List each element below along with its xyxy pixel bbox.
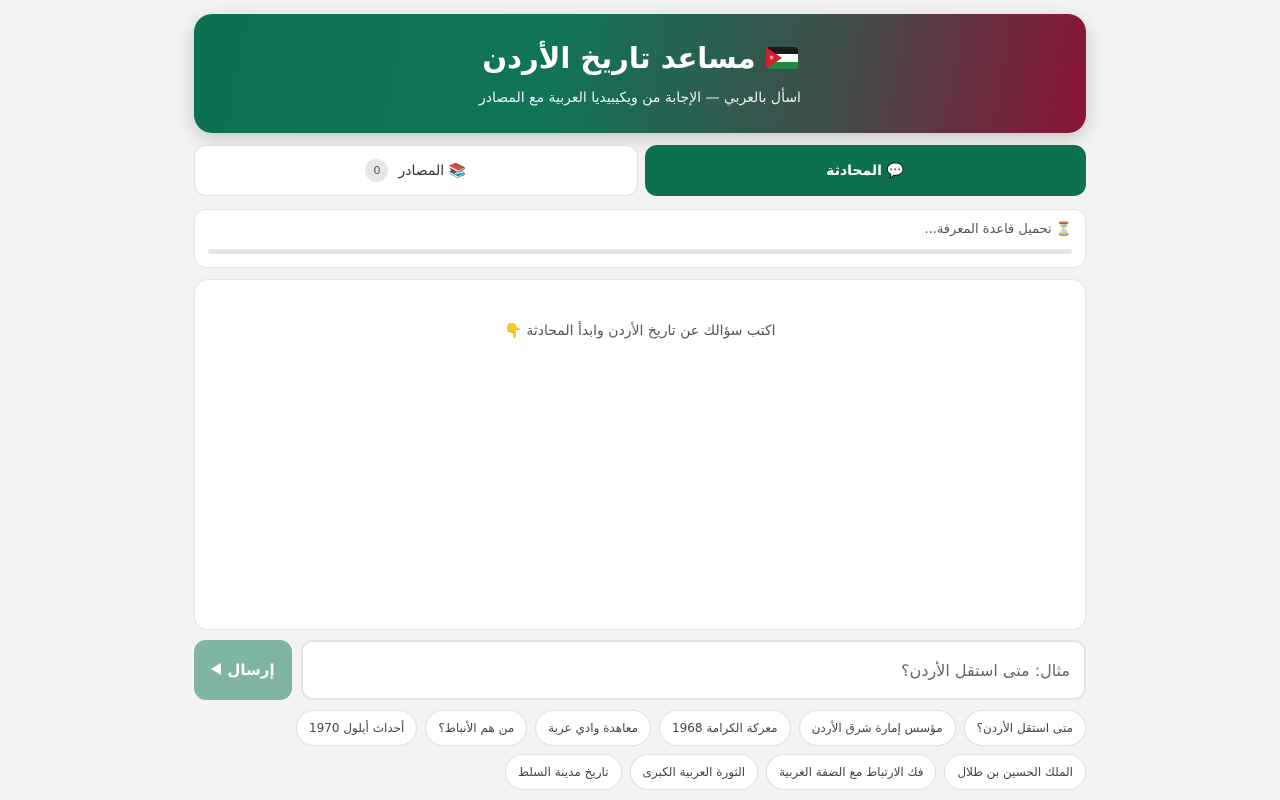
suggestion-chip[interactable]: أحداث أيلول 1970	[295, 710, 418, 746]
tab-sources[interactable]: 📚 المصادر 0	[194, 145, 638, 196]
suggestion-chip[interactable]: متى استقل الأردن؟	[963, 710, 1086, 746]
page-title: مساعد تاريخ الأردن	[482, 41, 756, 75]
composer: إرسال	[194, 640, 1086, 700]
suggestion-chip[interactable]: مؤسس إمارة شرق الأردن	[798, 710, 956, 746]
suggestion-chip[interactable]: معركة الكرامة 1968	[659, 710, 791, 746]
tab-sources-label: 📚 المصادر	[398, 162, 467, 179]
title-row: ✶ مساعد تاريخ الأردن	[194, 40, 1086, 76]
suggestion-chip[interactable]: فك الارتباط مع الضفة الغربية	[766, 754, 937, 790]
suggestion-chips: متى استقل الأردن؟ مؤسس إمارة شرق الأردن مع…	[194, 710, 1086, 790]
question-input[interactable]	[301, 640, 1086, 700]
page-subtitle: اسأل بالعربي — الإجابة من ويكيبيديا العر…	[479, 90, 801, 106]
suggestion-chip[interactable]: معاهدة وادي عربة	[535, 710, 651, 746]
jordan-flag-icon: ✶	[765, 47, 798, 69]
play-arrow-icon	[211, 661, 222, 679]
knowledge-loading-panel: ⏳ تحميل قاعدة المعرفة...	[194, 209, 1086, 268]
tab-bar: 💬 المحادثة 📚 المصادر 0	[194, 145, 1086, 196]
loading-status-text: ⏳ تحميل قاعدة المعرفة...	[924, 222, 1072, 237]
suggestion-chip[interactable]: الملك الحسين بن طلال	[944, 754, 1086, 790]
send-button-label: إرسال	[227, 661, 275, 679]
send-button[interactable]: إرسال	[194, 640, 292, 700]
loading-progress-bar	[208, 249, 1072, 254]
sources-count-badge: 0	[365, 159, 389, 182]
chat-empty-message: اكتب سؤالك عن تاريخ الأردن وابدأ المحادث…	[504, 323, 776, 339]
suggestion-chip[interactable]: من هم الأنباط؟	[425, 710, 528, 746]
tab-chat[interactable]: 💬 المحادثة	[644, 145, 1086, 196]
suggestion-chip[interactable]: تاريخ مدينة السلط	[504, 754, 622, 790]
app-container: ✶ مساعد تاريخ الأردن اسأل بالعربي — الإج…	[194, 14, 1086, 790]
tab-chat-label: 💬 المحادثة	[826, 162, 905, 179]
suggestion-chip[interactable]: الثورة العربية الكبرى	[629, 754, 759, 790]
app-header: ✶ مساعد تاريخ الأردن اسأل بالعربي — الإج…	[194, 14, 1086, 133]
chat-area[interactable]: اكتب سؤالك عن تاريخ الأردن وابدأ المحادث…	[194, 279, 1086, 630]
